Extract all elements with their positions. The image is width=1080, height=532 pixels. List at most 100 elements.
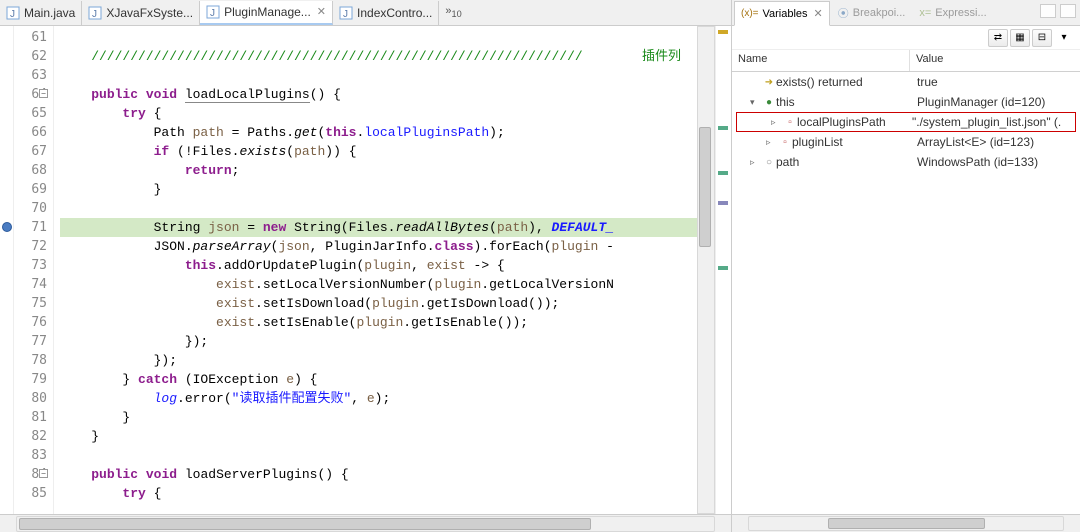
variable-icon: ▫	[778, 137, 792, 148]
tab-variables[interactable]: (x)= Variables ✕	[734, 1, 830, 26]
code-line[interactable]: exist.setLocalVersionNumber(plugin.getLo…	[60, 275, 715, 294]
variables-tree[interactable]: ➜ exists() returnedtrue▾● thisPluginMana…	[732, 72, 1080, 514]
expander-icon[interactable]: ▹	[771, 117, 783, 128]
code-area[interactable]: 插件列 ////////////////////////////////////…	[54, 26, 715, 514]
show-type-names-button[interactable]: ⇄	[988, 29, 1008, 47]
tab-main-java[interactable]: J Main.java	[0, 1, 82, 25]
code-line[interactable]: });	[60, 351, 715, 370]
horizontal-scrollbar[interactable]	[0, 514, 731, 532]
vertical-scrollbar[interactable]	[697, 26, 715, 514]
code-line[interactable]: try {	[60, 104, 715, 123]
collapse-all-button[interactable]: ⊟	[1032, 29, 1052, 47]
gutter-line: 77	[14, 332, 47, 351]
column-value[interactable]: Value	[910, 50, 1080, 71]
code-line[interactable]: });	[60, 332, 715, 351]
maximize-button[interactable]	[1060, 4, 1076, 18]
tab-xjavafx[interactable]: J XJavaFxSyste...	[82, 1, 200, 25]
variable-name: pluginList	[792, 135, 843, 149]
gutter-line: 66	[14, 123, 47, 142]
gutter-line: 78	[14, 351, 47, 370]
variable-value: ArrayList<E> (id=123)	[917, 135, 1080, 149]
gutter-line: 69	[14, 180, 47, 199]
code-line[interactable]: JSON.parseArray(json, PluginJarInfo.clas…	[60, 237, 715, 256]
variables-panel: (x)= Variables ✕ ⦿ Breakpoi... x= Expres…	[732, 0, 1080, 532]
variable-row[interactable]: ▾● thisPluginManager (id=120)	[732, 92, 1080, 112]
variable-name: this	[776, 95, 795, 109]
gutter-line: 67	[14, 142, 47, 161]
code-line[interactable]	[60, 66, 715, 85]
variables-columns-header: Name Value	[732, 50, 1080, 72]
variable-name: path	[776, 155, 799, 169]
variable-value: "./system_plugin_list.json" (.	[912, 115, 1075, 129]
tab-breakpoints[interactable]: ⦿ Breakpoi...	[832, 2, 912, 24]
code-line[interactable]: if (!Files.exists(path)) {	[60, 142, 715, 161]
code-line[interactable]: String json = new String(Files.readAllBy…	[60, 218, 715, 237]
tab-label: Expressi...	[935, 7, 986, 19]
tab-overflow-indicator[interactable]: »10	[439, 5, 467, 19]
variable-row[interactable]: ▹▫ localPluginsPath"./system_plugin_list…	[736, 112, 1076, 132]
overview-marker	[718, 126, 728, 130]
code-line[interactable]: exist.setIsDownload(plugin.getIsDownload…	[60, 294, 715, 313]
java-icon: J	[88, 6, 102, 20]
gutter-line: 85	[14, 484, 47, 503]
code-line[interactable]: }	[60, 427, 715, 446]
expander-icon[interactable]: ▹	[766, 137, 778, 148]
code-line[interactable]: log.error("读取插件配置失败", e);	[60, 389, 715, 408]
code-line[interactable]: Path path = Paths.get(this.localPluginsP…	[60, 123, 715, 142]
breakpoint-marker[interactable]	[2, 222, 12, 232]
code-line[interactable]: } catch (IOException e) {	[60, 370, 715, 389]
expander-icon[interactable]: ▾	[750, 97, 762, 108]
editor-panel: J Main.java J XJavaFxSyste... J PluginMa…	[0, 0, 732, 532]
view-menu-button[interactable]: ▾	[1054, 29, 1074, 47]
code-line[interactable]: try {	[60, 484, 715, 503]
code-line[interactable]: }	[60, 180, 715, 199]
variables-hscroll[interactable]	[732, 514, 1080, 532]
fold-toggle[interactable]: −	[39, 469, 48, 478]
hscroll-thumb[interactable]	[828, 518, 985, 529]
code-line[interactable]	[60, 199, 715, 218]
variables-toolbar: ⇄ ▦ ⊟ ▾	[732, 26, 1080, 50]
editor-tabs: J Main.java J XJavaFxSyste... J PluginMa…	[0, 0, 731, 26]
tab-indexcontroller[interactable]: J IndexContro...	[333, 1, 439, 25]
code-line[interactable]: public void loadLocalPlugins() {	[60, 85, 715, 104]
code-line[interactable]: }	[60, 408, 715, 427]
variable-row[interactable]: ▹▫ pluginList ArrayList<E> (id=123)	[732, 132, 1080, 152]
code-line[interactable]: ////////////////////////////////////////…	[60, 47, 715, 66]
gutter-line: 83	[14, 446, 47, 465]
variable-row[interactable]: ➜ exists() returnedtrue	[732, 72, 1080, 92]
tab-expressions[interactable]: x= Expressi...	[913, 4, 992, 22]
panel-controls	[1040, 4, 1076, 18]
tab-pluginmanager[interactable]: J PluginManage... ✕	[200, 1, 333, 25]
tab-label: Breakpoi...	[853, 7, 906, 19]
breakpoints-icon: ⦿	[838, 5, 849, 21]
code-line[interactable]: exist.setIsEnable(plugin.getIsEnable());	[60, 313, 715, 332]
overview-marker	[718, 171, 728, 175]
close-icon[interactable]: ✕	[814, 7, 823, 20]
gutter-line: 79	[14, 370, 47, 389]
minimize-button[interactable]	[1040, 4, 1056, 18]
gutter-line: 81	[14, 408, 47, 427]
close-icon[interactable]: ✕	[317, 5, 326, 18]
gutter-line: 84−	[14, 465, 47, 484]
fold-toggle[interactable]: −	[39, 89, 48, 98]
gutter-line: 80	[14, 389, 47, 408]
code-line[interactable]: this.addOrUpdatePlugin(plugin, exist -> …	[60, 256, 715, 275]
code-line[interactable]: return;	[60, 161, 715, 180]
show-logical-button[interactable]: ▦	[1010, 29, 1030, 47]
svg-text:J: J	[343, 9, 348, 20]
code-line[interactable]	[60, 446, 715, 465]
vscroll-thumb[interactable]	[699, 127, 711, 247]
expander-icon[interactable]: ▹	[750, 157, 762, 168]
variable-row[interactable]: ▹○ pathWindowsPath (id=133)	[732, 152, 1080, 172]
column-name[interactable]: Name	[732, 50, 910, 71]
gutter-line: 68	[14, 161, 47, 180]
hscroll-thumb[interactable]	[19, 518, 591, 530]
marker-column	[0, 26, 14, 514]
overview-marker	[718, 201, 728, 205]
gutter-line: 74	[14, 275, 47, 294]
variable-value: PluginManager (id=120)	[917, 95, 1080, 109]
variables-icon: (x)=	[741, 8, 759, 19]
code-line[interactable]: public void loadServerPlugins() {	[60, 465, 715, 484]
code-line[interactable]	[60, 28, 715, 47]
comment-tail: 插件列	[642, 47, 681, 66]
